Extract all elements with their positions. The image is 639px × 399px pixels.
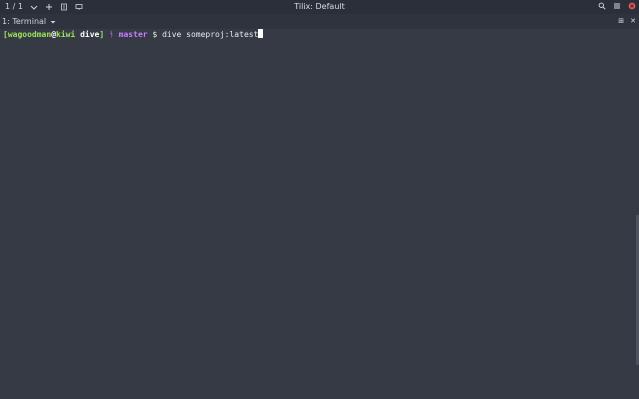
menu-icon[interactable]	[613, 2, 621, 10]
window-titlebar: 1 / 1 Tilix: Default	[0, 0, 639, 14]
prompt-user: wagoodman	[7, 30, 52, 39]
tab-label: 1: Terminal	[2, 17, 47, 26]
chevron-down-icon[interactable]	[49, 18, 57, 26]
close-icon[interactable]	[628, 2, 636, 10]
window-title: Tilix: Default	[294, 2, 345, 11]
search-icon[interactable]	[598, 2, 606, 10]
titlebar-right	[598, 2, 636, 10]
terminal-tab-bar: 1: Terminal ⊞ ✕	[0, 14, 639, 29]
prompt-line: [wagoodman@kiwi dive] ᚬ master $ dive so…	[3, 29, 264, 40]
tab-actions: ⊞ ✕	[618, 17, 636, 25]
text-cursor	[258, 29, 264, 38]
close-pane-button[interactable]: ✕	[630, 17, 636, 25]
tab-terminal[interactable]: 1: Terminal	[2, 17, 57, 27]
git-branch: master	[118, 30, 148, 39]
terminal-area[interactable]: [wagoodman@kiwi dive] ᚬ master $ dive so…	[0, 29, 639, 399]
command-text: dive someproj:latest	[162, 30, 259, 39]
prompt-host: kiwi	[56, 30, 76, 39]
maximize-pane-button[interactable]: ⊞	[618, 17, 624, 25]
prompt-directory: dive	[80, 30, 100, 39]
